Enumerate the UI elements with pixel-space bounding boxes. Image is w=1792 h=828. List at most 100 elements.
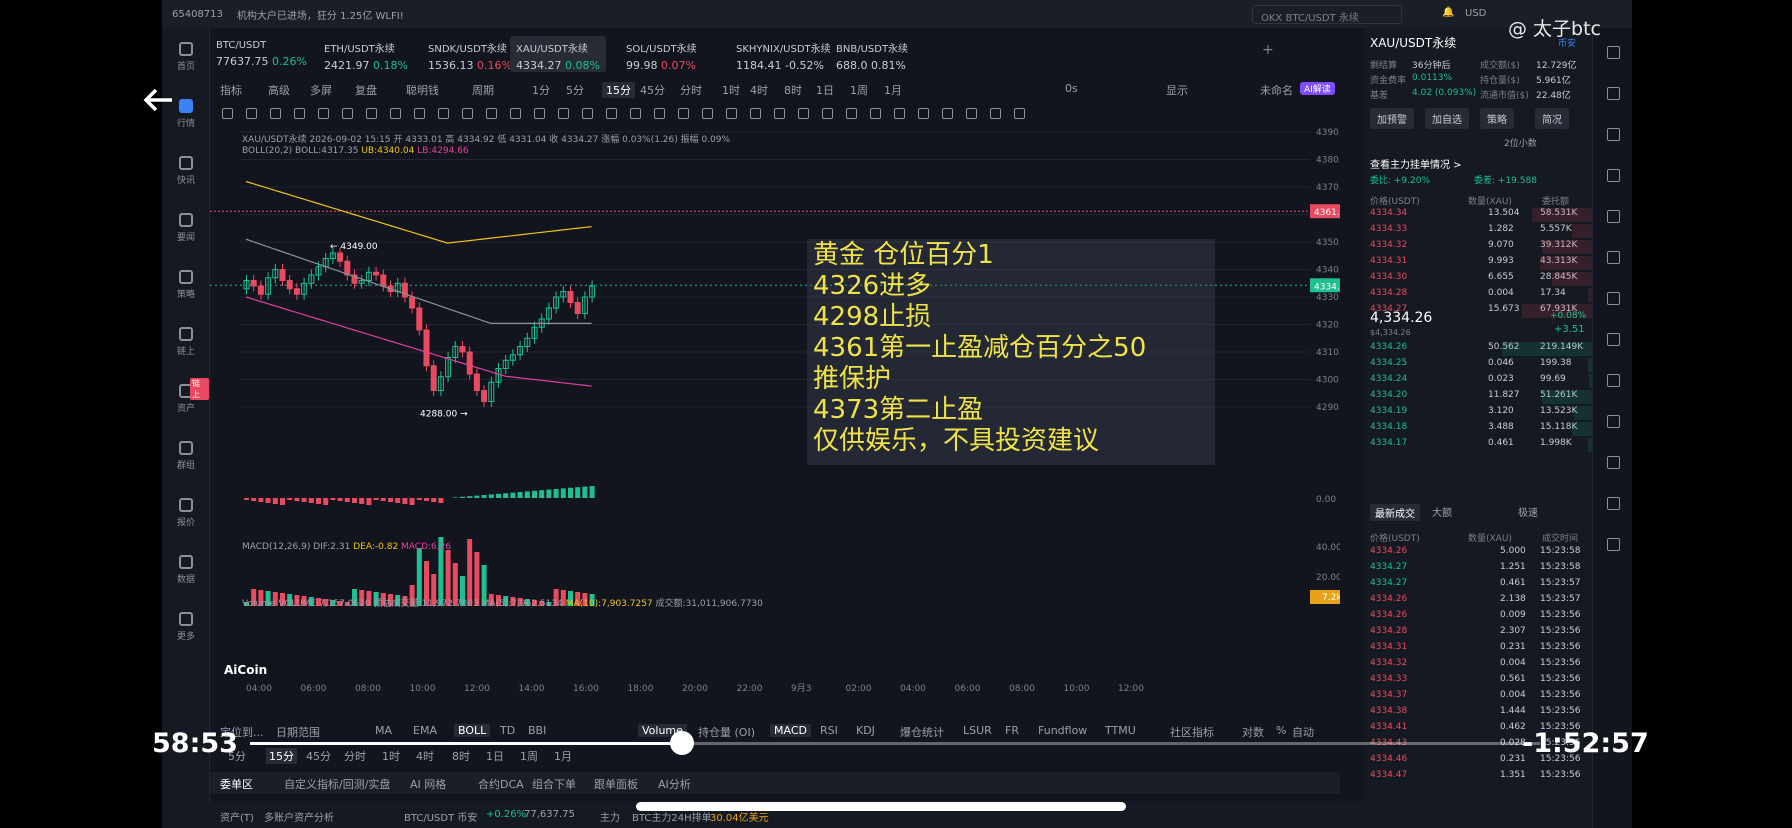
draw-tool-icon[interactable] [774, 108, 785, 119]
draw-tool-icon[interactable] [558, 108, 569, 119]
panel-tab[interactable]: 合约DCA [478, 776, 524, 792]
indicator-right-item[interactable]: RSI [820, 724, 838, 737]
panel-tab[interactable]: AI分析 [658, 776, 691, 792]
period-item[interactable]: 1日 [486, 748, 504, 764]
draw-tool-icon[interactable] [870, 108, 881, 119]
symbol-tab[interactable]: BNB/USDT永续 688.0 0.81% [830, 36, 914, 72]
draw-tool-icon[interactable] [318, 108, 329, 119]
home-indicator[interactable] [636, 802, 1126, 811]
toolbar-item[interactable]: 1分 [532, 82, 550, 98]
draw-tool-icon[interactable] [966, 108, 977, 119]
seek-knob[interactable] [670, 731, 695, 755]
toolbar-item[interactable]: 15分 [602, 82, 635, 98]
toolbar-item[interactable]: 周期 [472, 82, 494, 98]
draw-tool-icon[interactable] [270, 108, 281, 119]
toolbar-item[interactable]: 8时 [784, 82, 802, 98]
draw-tool-icon[interactable] [582, 108, 593, 119]
draw-tool-icon[interactable] [534, 108, 545, 119]
side-tool-icon[interactable] [1607, 169, 1620, 182]
toolbar-item[interactable]: 45分 [640, 82, 665, 98]
side-tool-icon[interactable] [1607, 251, 1620, 264]
draw-tool-icon[interactable] [918, 108, 929, 119]
period-item[interactable]: 1月 [554, 748, 572, 764]
toolbar-item[interactable]: 1时 [722, 82, 740, 98]
toolbar-right-item[interactable]: 未命名 [1260, 82, 1293, 98]
side-tool-icon[interactable] [1607, 456, 1620, 469]
indicator-right-item[interactable]: 对数 [1242, 724, 1264, 740]
draw-tool-icon[interactable] [606, 108, 617, 119]
period-item[interactable]: 8时 [452, 748, 470, 764]
panel-tab[interactable]: 委单区 [220, 776, 253, 792]
draw-tool-icon[interactable] [630, 108, 641, 119]
back-arrow-icon[interactable] [138, 80, 178, 120]
draw-tool-icon[interactable] [342, 108, 353, 119]
period-item[interactable]: 分时 [344, 748, 366, 764]
side-tool-icon[interactable] [1607, 415, 1620, 428]
draw-tool-icon[interactable] [798, 108, 809, 119]
draw-tool-icon[interactable] [486, 108, 497, 119]
panel-tab[interactable]: 自定义指标/回测/实盘 [284, 776, 390, 792]
bell-icon[interactable]: 🔔 [1442, 7, 1454, 18]
draw-tool-icon[interactable] [726, 108, 737, 119]
toolbar-right-item[interactable]: 0s [1065, 82, 1078, 95]
indicator-left-item[interactable]: BBI [528, 724, 546, 737]
symbol-tab[interactable]: ETH/USDT永续 2421.97 0.18% [318, 36, 414, 72]
nav-item-8[interactable]: 报价 [162, 498, 210, 528]
panel-button[interactable]: 加自选 [1425, 108, 1469, 129]
indicator-right-item[interactable]: 自动 [1292, 724, 1314, 740]
toolbar-right-item[interactable]: AI解读 [1300, 82, 1335, 95]
period-item[interactable]: 1周 [520, 748, 538, 764]
panel-button[interactable]: 简况 [1535, 108, 1569, 129]
side-tool-icon[interactable] [1607, 46, 1620, 59]
toolbar-item[interactable]: 高级 [268, 82, 290, 98]
toolbar-item[interactable]: 1日 [816, 82, 834, 98]
nav-item-0[interactable]: 首页 [162, 42, 210, 72]
panel-button[interactable]: 策略 [1480, 108, 1514, 129]
indicator-left-item[interactable]: TD [500, 724, 515, 737]
indicator-right-item[interactable]: 社区指标 [1170, 724, 1214, 740]
indicator-right-item[interactable]: 持仓量 (OI) [698, 724, 755, 740]
nav-item-4[interactable]: 策略 [162, 270, 210, 300]
draw-tool-icon[interactable] [222, 108, 233, 119]
toolbar-item[interactable]: 指标 [220, 82, 242, 98]
draw-tool-icon[interactable] [462, 108, 473, 119]
toolbar-item[interactable]: 1月 [884, 82, 902, 98]
indicator-left-item[interactable]: EMA [413, 724, 437, 737]
trades-tab[interactable]: 大额 [1432, 504, 1452, 519]
symbol-tab[interactable]: SNDK/USDT永续 1536.13 0.16% [422, 36, 518, 72]
symbol-tab[interactable]: SOL/USDT永续 99.98 0.07% [620, 36, 703, 72]
draw-tool-icon[interactable] [1014, 108, 1025, 119]
draw-tool-icon[interactable] [246, 108, 257, 119]
draw-tool-icon[interactable] [390, 108, 401, 119]
side-tool-icon[interactable] [1607, 87, 1620, 100]
draw-tool-icon[interactable] [846, 108, 857, 119]
toolbar-item[interactable]: 4时 [750, 82, 768, 98]
draw-tool-icon[interactable] [438, 108, 449, 119]
indicator-left-item[interactable]: 日期范围 [276, 724, 320, 740]
draw-tool-icon[interactable] [942, 108, 953, 119]
side-tool-icon[interactable] [1607, 497, 1620, 510]
period-item[interactable]: 15分 [266, 748, 297, 764]
period-item[interactable]: 45分 [306, 748, 331, 764]
side-tool-icon[interactable] [1607, 538, 1620, 551]
draw-tool-icon[interactable] [654, 108, 665, 119]
indicator-right-item[interactable]: MACD [770, 724, 811, 737]
indicator-right-item[interactable]: % [1276, 724, 1286, 737]
indicator-right-item[interactable]: 爆仓统计 [900, 724, 944, 740]
nav-item-3[interactable]: 要闻 [162, 213, 210, 243]
indicator-right-item[interactable]: TTMU [1105, 724, 1136, 737]
currency-select[interactable]: USD [1465, 8, 1486, 19]
draw-tool-icon[interactable] [750, 108, 761, 119]
draw-tool-icon[interactable] [294, 108, 305, 119]
indicator-right-item[interactable]: Fundflow [1038, 724, 1087, 737]
draw-tool-icon[interactable] [366, 108, 377, 119]
period-item[interactable]: 4时 [416, 748, 434, 764]
draw-tool-icon[interactable] [990, 108, 1001, 119]
side-tool-icon[interactable] [1607, 210, 1620, 223]
indicator-left-item[interactable]: BOLL [454, 724, 491, 737]
panel-tab[interactable]: 组合下单 [532, 776, 576, 792]
panel-button[interactable]: 加预警 [1370, 108, 1414, 129]
toolbar-item[interactable]: 复盘 [355, 82, 377, 98]
side-tool-icon[interactable] [1607, 374, 1620, 387]
notice-text[interactable]: 机构大户已进场，狂分 1.25亿 WLFI! [237, 7, 404, 22]
